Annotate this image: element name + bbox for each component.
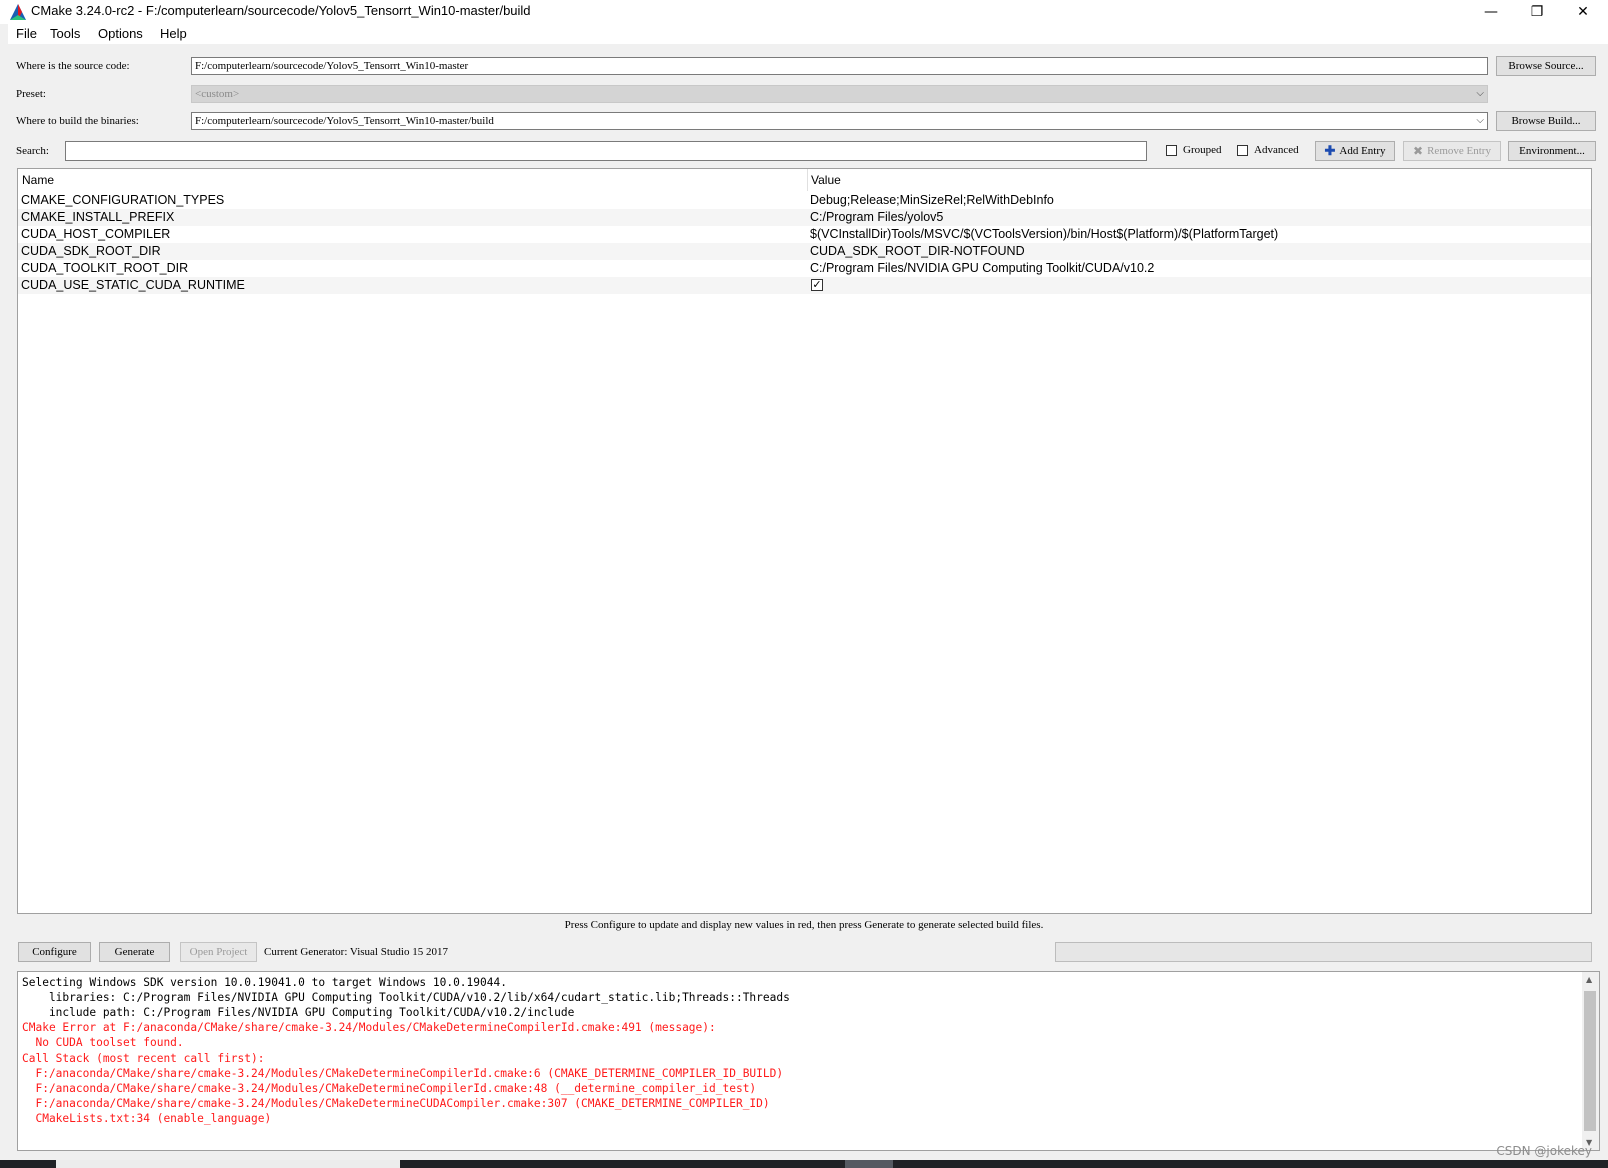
environment-button[interactable]: Environment... <box>1508 141 1596 161</box>
log-scrollbar[interactable]: ▲ ▼ <box>1582 972 1599 1150</box>
entry-name: CMAKE_INSTALL_PREFIX <box>21 210 175 224</box>
preset-combo: <custom> ⌵ <box>191 85 1488 103</box>
build-path-value: F:/computerlearn/sourcecode/Yolov5_Tenso… <box>195 115 494 127</box>
build-path-combo[interactable]: F:/computerlearn/sourcecode/Yolov5_Tenso… <box>191 112 1488 130</box>
log-line: Call Stack (most recent call first): <box>22 1051 265 1065</box>
table-row[interactable]: CUDA_SDK_ROOT_DIR CUDA_SDK_ROOT_DIR-NOTF… <box>18 243 1591 260</box>
configure-hint: Press Configure to update and display ne… <box>564 919 1044 931</box>
plus-icon: ✚ <box>1324 143 1336 158</box>
log-line: CMakeLists.txt:34 (enable_language) <box>22 1111 272 1125</box>
entry-value[interactable]: C:/Program Files/yolov5 <box>810 210 943 224</box>
entry-value[interactable]: C:/Program Files/NVIDIA GPU Computing To… <box>810 261 1154 275</box>
output-log[interactable]: Selecting Windows SDK version 10.0.19041… <box>17 971 1600 1151</box>
table-row[interactable]: CUDA_TOOLKIT_ROOT_DIR C:/Program Files/N… <box>18 260 1591 277</box>
advanced-checkbox[interactable] <box>1237 145 1248 156</box>
column-divider[interactable] <box>807 169 808 191</box>
entry-name: CUDA_HOST_COMPILER <box>21 227 171 241</box>
table-row[interactable]: CUDA_HOST_COMPILER $(VCInstallDir)Tools/… <box>18 226 1591 243</box>
log-line: F:/anaconda/CMake/share/cmake-3.24/Modul… <box>22 1081 757 1095</box>
log-line: F:/anaconda/CMake/share/cmake-3.24/Modul… <box>22 1066 784 1080</box>
generate-button[interactable]: Generate <box>99 942 170 962</box>
source-path-input[interactable]: F:/computerlearn/sourcecode/Yolov5_Tenso… <box>191 57 1488 75</box>
table-row[interactable]: CMAKE_INSTALL_PREFIX C:/Program Files/yo… <box>18 209 1591 226</box>
minimize-button[interactable]: — <box>1468 0 1514 24</box>
log-line: libraries: C:/Program Files/NVIDIA GPU C… <box>22 991 790 1005</box>
advanced-label: Advanced <box>1254 144 1299 156</box>
chevron-down-icon: ⌵ <box>1476 88 1484 99</box>
table-row[interactable]: CMAKE_CONFIGURATION_TYPES Debug;Release;… <box>18 192 1591 209</box>
add-entry-button[interactable]: ✚ Add Entry <box>1315 141 1395 161</box>
restore-button[interactable]: ❐ <box>1514 0 1560 24</box>
taskbar-strip <box>0 1160 1608 1168</box>
progress-bar <box>1055 942 1592 962</box>
preset-value: <custom> <box>195 88 240 100</box>
log-line: CMake Error at F:/anaconda/CMake/share/c… <box>22 1021 716 1035</box>
entry-name: CUDA_USE_STATIC_CUDA_RUNTIME <box>21 278 245 292</box>
source-label: Where is the source code: <box>16 60 130 72</box>
cmake-window: CMake 3.24.0-rc2 - F:/computerlearn/sour… <box>0 0 1608 1160</box>
taskbar-segment <box>845 1160 893 1168</box>
table-header: Name Value <box>18 169 1591 191</box>
table-row[interactable]: CUDA_USE_STATIC_CUDA_RUNTIME ✓ <box>18 277 1591 294</box>
menu-bar: File Tools Options Help <box>8 24 1608 44</box>
scroll-up-icon[interactable]: ▲ <box>1586 975 1592 984</box>
remove-entry-button[interactable]: ✖ Remove Entry <box>1403 141 1501 161</box>
menu-file[interactable]: File <box>16 26 37 41</box>
configure-button[interactable]: Configure <box>18 942 91 962</box>
entry-name: CUDA_SDK_ROOT_DIR <box>21 244 161 258</box>
grouped-label: Grouped <box>1183 144 1222 156</box>
taskbar-segment <box>56 1160 400 1168</box>
preset-label: Preset: <box>16 88 46 100</box>
add-entry-label: Add Entry <box>1339 145 1386 157</box>
menu-tools[interactable]: Tools <box>50 26 80 41</box>
remove-icon: ✖ <box>1413 143 1424 158</box>
log-line: F:/anaconda/CMake/share/cmake-3.24/Modul… <box>22 1096 770 1110</box>
entry-value[interactable]: CUDA_SDK_ROOT_DIR-NOTFOUND <box>810 244 1025 258</box>
log-line: No CUDA toolset found. <box>22 1036 184 1050</box>
log-line: Selecting Windows SDK version 10.0.19041… <box>22 976 507 989</box>
browse-source-button[interactable]: Browse Source... <box>1496 56 1596 76</box>
entry-name: CMAKE_CONFIGURATION_TYPES <box>21 193 225 207</box>
entry-value-checkbox[interactable]: ✓ <box>811 279 823 291</box>
watermark: CSDN @jokekey <box>1496 1144 1592 1158</box>
open-project-button[interactable]: Open Project <box>180 942 257 962</box>
scrollbar-thumb[interactable] <box>1584 991 1596 1131</box>
window-title: CMake 3.24.0-rc2 - F:/computerlearn/sour… <box>31 3 531 18</box>
menu-help[interactable]: Help <box>160 26 187 41</box>
grouped-checkbox[interactable] <box>1166 145 1177 156</box>
log-line: include path: C:/Program Files/NVIDIA GP… <box>22 1006 575 1020</box>
title-bar: CMake 3.24.0-rc2 - F:/computerlearn/sour… <box>0 0 1608 24</box>
remove-entry-label: Remove Entry <box>1427 145 1491 157</box>
menu-options[interactable]: Options <box>98 26 143 41</box>
entry-value[interactable]: $(VCInstallDir)Tools/MSVC/$(VCToolsVersi… <box>810 227 1278 241</box>
entry-name: CUDA_TOOLKIT_ROOT_DIR <box>21 261 189 275</box>
search-label: Search: <box>16 145 49 157</box>
cache-table: Name Value CMAKE_CONFIGURATION_TYPES Deb… <box>17 168 1592 914</box>
chevron-down-icon[interactable]: ⌵ <box>1476 113 1484 129</box>
entry-value[interactable]: Debug;Release;MinSizeRel;RelWithDebInfo <box>810 193 1054 207</box>
cmake-logo-icon <box>10 4 26 20</box>
close-button[interactable]: ✕ <box>1560 0 1606 24</box>
build-label: Where to build the binaries: <box>16 115 139 127</box>
current-generator: Current Generator: Visual Studio 15 2017 <box>264 946 448 958</box>
search-input[interactable] <box>65 141 1147 161</box>
column-header-value[interactable]: Value <box>811 173 841 187</box>
column-header-name[interactable]: Name <box>22 173 54 187</box>
browse-build-button[interactable]: Browse Build... <box>1496 111 1596 131</box>
